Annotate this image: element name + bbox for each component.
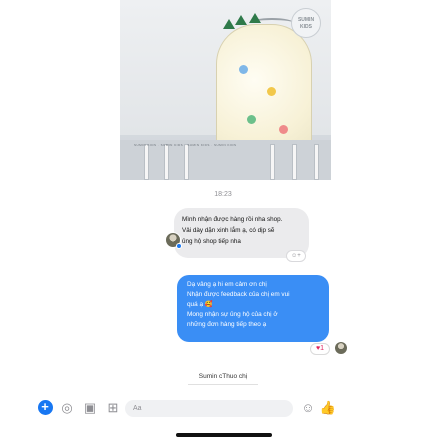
print-dot: [267, 87, 276, 96]
contact-avatar[interactable]: [165, 232, 182, 249]
message-line: Mong nhận sự ủng hộ của chị ở: [187, 311, 278, 318]
composer-bar: + ◎ ▣ ⊞ ☺ 👍: [0, 398, 446, 420]
dino-spike: [223, 19, 235, 29]
crib-bar: [164, 144, 169, 180]
crib-bar: [270, 144, 275, 180]
message-input[interactable]: [125, 400, 293, 417]
dino-spike: [235, 15, 247, 25]
camera-icon[interactable]: ◎: [58, 398, 76, 418]
message-line: Mình nhận được hàng rồi nha shop.: [182, 216, 283, 223]
dino-spike: [249, 13, 261, 23]
message-line: những đơn hàng tiếp theo ạ: [187, 321, 267, 328]
divider: [188, 384, 258, 385]
print-dot: [279, 125, 288, 134]
sender-label: Sumin cThuo chị: [198, 373, 248, 380]
print-dot: [247, 115, 256, 124]
crib-bar: [292, 144, 297, 180]
crib-bar: [314, 144, 319, 180]
home-indicator: [176, 433, 272, 437]
message-line: Nhận được feedback của chị em vui: [187, 291, 290, 298]
crib-bar: [184, 144, 189, 180]
message-line: quá ạ 🥰: [187, 301, 213, 308]
outgoing-message-body: Dạ vâng ạ hi em cảm ơn chị Nhận được fee…: [177, 275, 329, 342]
message-line: Vải dày dặn xinh lắm ạ, có dịp sẽ: [182, 227, 275, 234]
seen-avatar: [335, 342, 347, 354]
plus-circle-icon[interactable]: +: [36, 398, 54, 418]
message-line: Dạ vâng ạ hi em cảm ơn chị: [187, 281, 267, 288]
add-reaction-icon[interactable]: ☺+: [286, 250, 306, 262]
crib-bar: [144, 144, 149, 180]
thumbs-up-icon[interactable]: 👍: [319, 398, 337, 418]
reaction-count: 1: [320, 345, 325, 352]
image-icon[interactable]: ▣: [81, 398, 99, 418]
messenger-badge-icon: [176, 243, 182, 249]
message-line: ủng hộ shop tiếp nha: [182, 238, 241, 245]
emoji-icon[interactable]: ☺: [299, 398, 317, 418]
microphone-icon[interactable]: ⊞: [104, 398, 122, 418]
print-dot: [239, 65, 248, 74]
brand-tag: SUMIN KIDS: [291, 8, 321, 38]
heart-reaction[interactable]: ♥1: [310, 343, 330, 355]
brand-strip: SUMIN KIDS · SUMIN KIDS · SUMIN KIDS · S…: [134, 143, 237, 147]
photo-message[interactable]: SUMIN KIDS SUMIN KIDS · SUMIN KIDS · SUM…: [120, 0, 331, 180]
outgoing-message-bubble[interactable]: Dạ vâng ạ hi em cảm ơn chị Nhận được fee…: [174, 272, 332, 345]
timestamp: 18:23: [214, 191, 232, 198]
